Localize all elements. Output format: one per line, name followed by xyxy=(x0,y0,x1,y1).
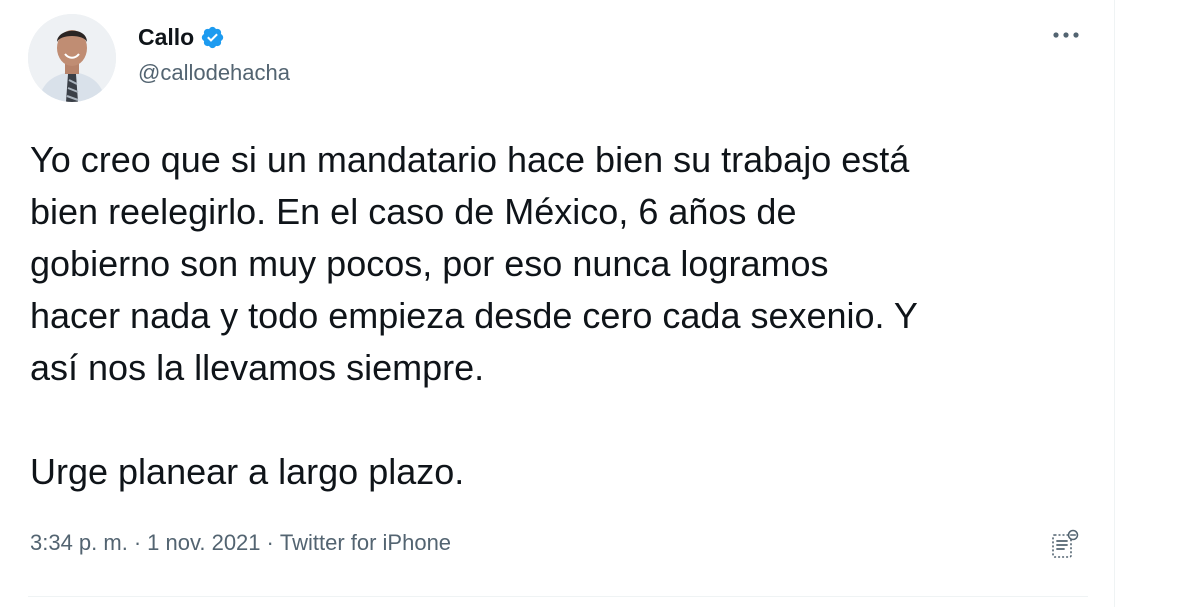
tweet-timestamp-date[interactable]: 1 nov. 2021 xyxy=(147,530,260,556)
divider xyxy=(28,596,1088,597)
avatar-image xyxy=(28,14,116,102)
tweet-timestamp-time[interactable]: 3:34 p. m. xyxy=(30,530,128,556)
analytics-button[interactable] xyxy=(1044,524,1084,564)
tweet-line: gobierno son muy pocos, por eso nunca lo… xyxy=(30,243,829,284)
tweet-paragraph-2: Urge planear a largo plazo. xyxy=(30,451,465,492)
more-options-icon xyxy=(1053,32,1079,38)
more-options-button[interactable] xyxy=(1046,20,1086,50)
tweet-source-link[interactable]: Twitter for iPhone xyxy=(280,530,451,556)
meta-separator: · xyxy=(133,530,142,555)
author-name-row: Callo xyxy=(138,22,225,52)
tweet-line: hacer nada y todo empieza desde cero cad… xyxy=(30,295,918,336)
tweet-meta: 3:34 p. m. · 1 nov. 2021 · Twitter for i… xyxy=(30,530,451,556)
author-handle[interactable]: @callodehacha xyxy=(138,60,290,86)
tweet-card: Callo @callodehacha Yo creo que si un ma… xyxy=(0,0,1115,607)
meta-separator: · xyxy=(266,530,274,555)
tweet-line: así nos la llevamos siempre. xyxy=(30,347,485,388)
analytics-icon xyxy=(1052,529,1079,558)
tweet-line: bien reelegirlo. En el caso de México, 6… xyxy=(30,191,797,232)
tweet-paragraph-1: Yo creo que si un mandatario hace bien s… xyxy=(30,134,1100,394)
author-display-name[interactable]: Callo xyxy=(138,24,194,51)
verified-badge-icon xyxy=(200,25,225,50)
tweet-line: Yo creo que si un mandatario hace bien s… xyxy=(30,139,910,180)
tweet-text: Yo creo que si un mandatario hace bien s… xyxy=(30,134,1100,498)
avatar[interactable] xyxy=(28,14,116,102)
